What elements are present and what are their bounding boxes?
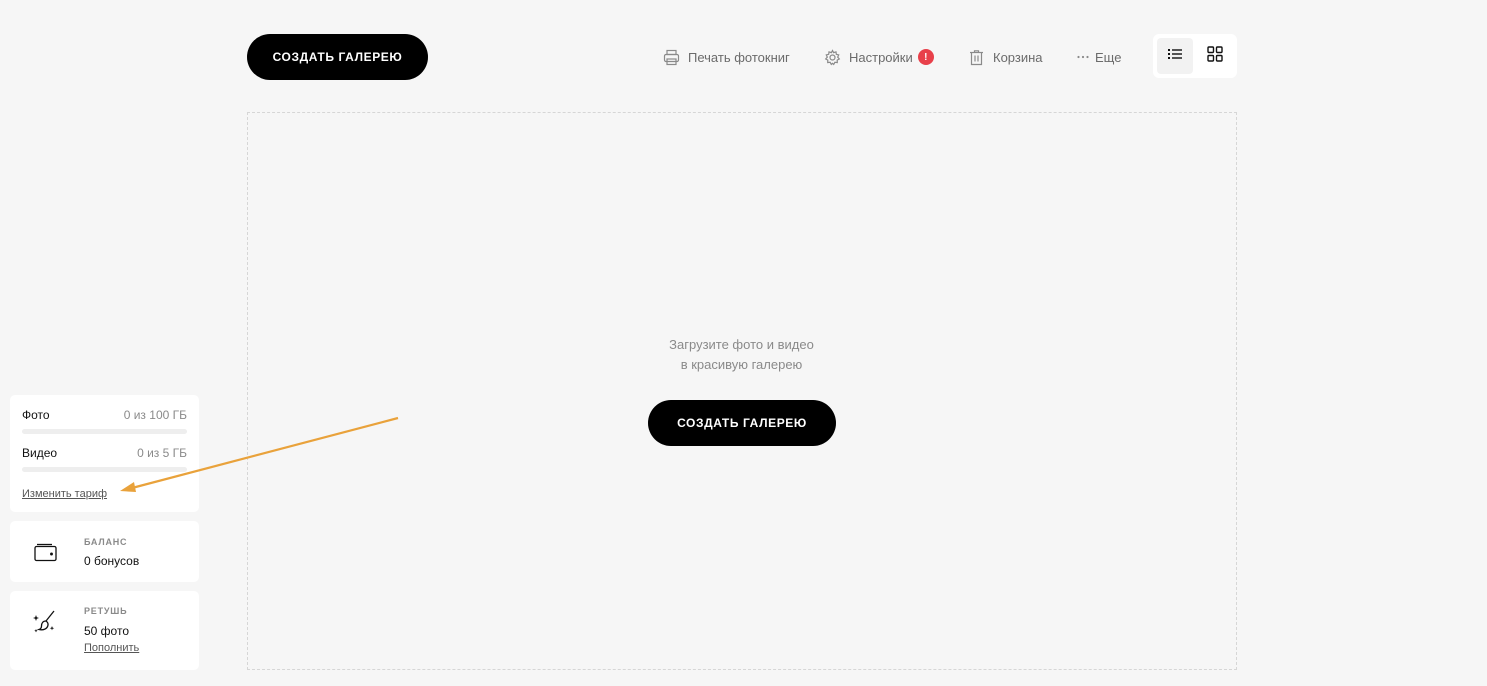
create-gallery-button[interactable]: СОЗДАТЬ ГАЛЕРЕЮ [247,34,428,80]
retouch-value: 50 фото [84,624,129,638]
print-photobooks-label: Печать фотокниг [688,49,790,65]
more-menu[interactable]: Еще [1077,46,1121,68]
grid-icon [1207,45,1223,67]
video-storage-progress [22,467,187,472]
ellipsis-icon [1077,55,1089,59]
video-storage-value: 0 из 5 ГБ [137,446,187,460]
storage-card: Фото 0 из 100 ГБ Видео 0 из 5 ГБ Изменит… [10,395,199,512]
more-label: Еще [1095,49,1122,65]
list-view-button[interactable] [1157,38,1193,74]
photo-storage-row: Фото 0 из 100 ГБ [22,408,187,422]
photo-storage-value: 0 из 100 ГБ [123,408,187,422]
gear-icon [824,48,841,66]
magic-brush-icon [32,609,58,640]
trash-label: Корзина [993,49,1043,65]
settings-label: Настройки [849,49,913,65]
printer-icon [663,49,680,66]
empty-state-line-2: в красивую галерею [680,357,803,372]
photo-storage-progress [22,429,187,434]
topup-retouch-link[interactable]: Пополнить [84,642,139,654]
balance-value: 0 бонусов [84,554,140,568]
video-storage-label: Видео [22,446,58,460]
settings-link[interactable]: Настройки ! [824,46,934,68]
gallery-drop-area[interactable] [247,112,1237,670]
grid-view-button[interactable] [1197,38,1233,74]
balance-title: БАЛАНС [84,537,128,547]
wallet-icon [34,542,57,567]
balance-card[interactable]: БАЛАНС 0 бонусов [10,521,199,582]
create-gallery-center-button[interactable]: СОЗДАТЬ ГАЛЕРЕЮ [648,400,836,446]
settings-alert-badge: ! [917,49,934,65]
trash-icon [968,49,985,66]
empty-state-message: Загрузите фото и видео в красивую галере… [600,335,883,375]
video-storage-row: Видео 0 из 5 ГБ [22,446,187,460]
retouch-title: РЕТУШЬ [84,606,128,616]
empty-state-line-1: Загрузите фото и видео [669,337,814,352]
gallery-dashboard: СОЗДАТЬ ГАЛЕРЕЮ Печать фотокниг Настройк… [0,0,1487,686]
print-photobooks-link[interactable]: Печать фотокниг [663,46,790,68]
view-mode-switch [1153,34,1237,78]
create-gallery-label: СОЗДАТЬ ГАЛЕРЕЮ [272,50,403,64]
change-plan-link[interactable]: Изменить тариф [22,488,107,500]
create-gallery-center-label: СОЗДАТЬ ГАЛЕРЕЮ [677,416,807,430]
photo-storage-label: Фото [22,408,50,422]
list-icon [1168,47,1182,65]
trash-link[interactable]: Корзина [968,46,1043,68]
retouch-card: РЕТУШЬ 50 фото Пополнить [10,591,199,670]
